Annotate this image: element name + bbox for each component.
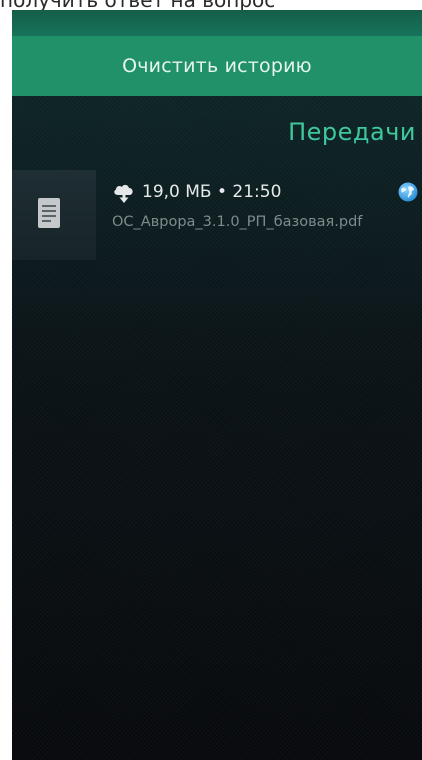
transfers-screen: Очистить историю Передачи 19,0 МБ • 21:5… xyxy=(12,10,422,760)
globe-icon xyxy=(398,182,418,202)
top-cropped-area: получить ответ на вопрос xyxy=(0,0,422,10)
transfer-list-item[interactable]: 19,0 МБ • 21:50 ОС_Аврора_3.1.0_РП_базов… xyxy=(12,170,422,260)
transfer-filename: ОС_Аврора_3.1.0_РП_базовая.pdf xyxy=(112,214,363,230)
clear-history-menu-item[interactable]: Очистить историю xyxy=(12,36,422,96)
transfer-meta: 19,0 МБ • 21:50 xyxy=(142,182,282,202)
file-thumbnail xyxy=(12,170,96,260)
pulley-menu-top xyxy=(12,10,422,36)
clipped-text: получить ответ на вопрос xyxy=(0,0,275,10)
page-title: Передачи xyxy=(288,118,416,146)
cloud-download-icon xyxy=(112,182,136,204)
document-icon xyxy=(38,198,60,228)
